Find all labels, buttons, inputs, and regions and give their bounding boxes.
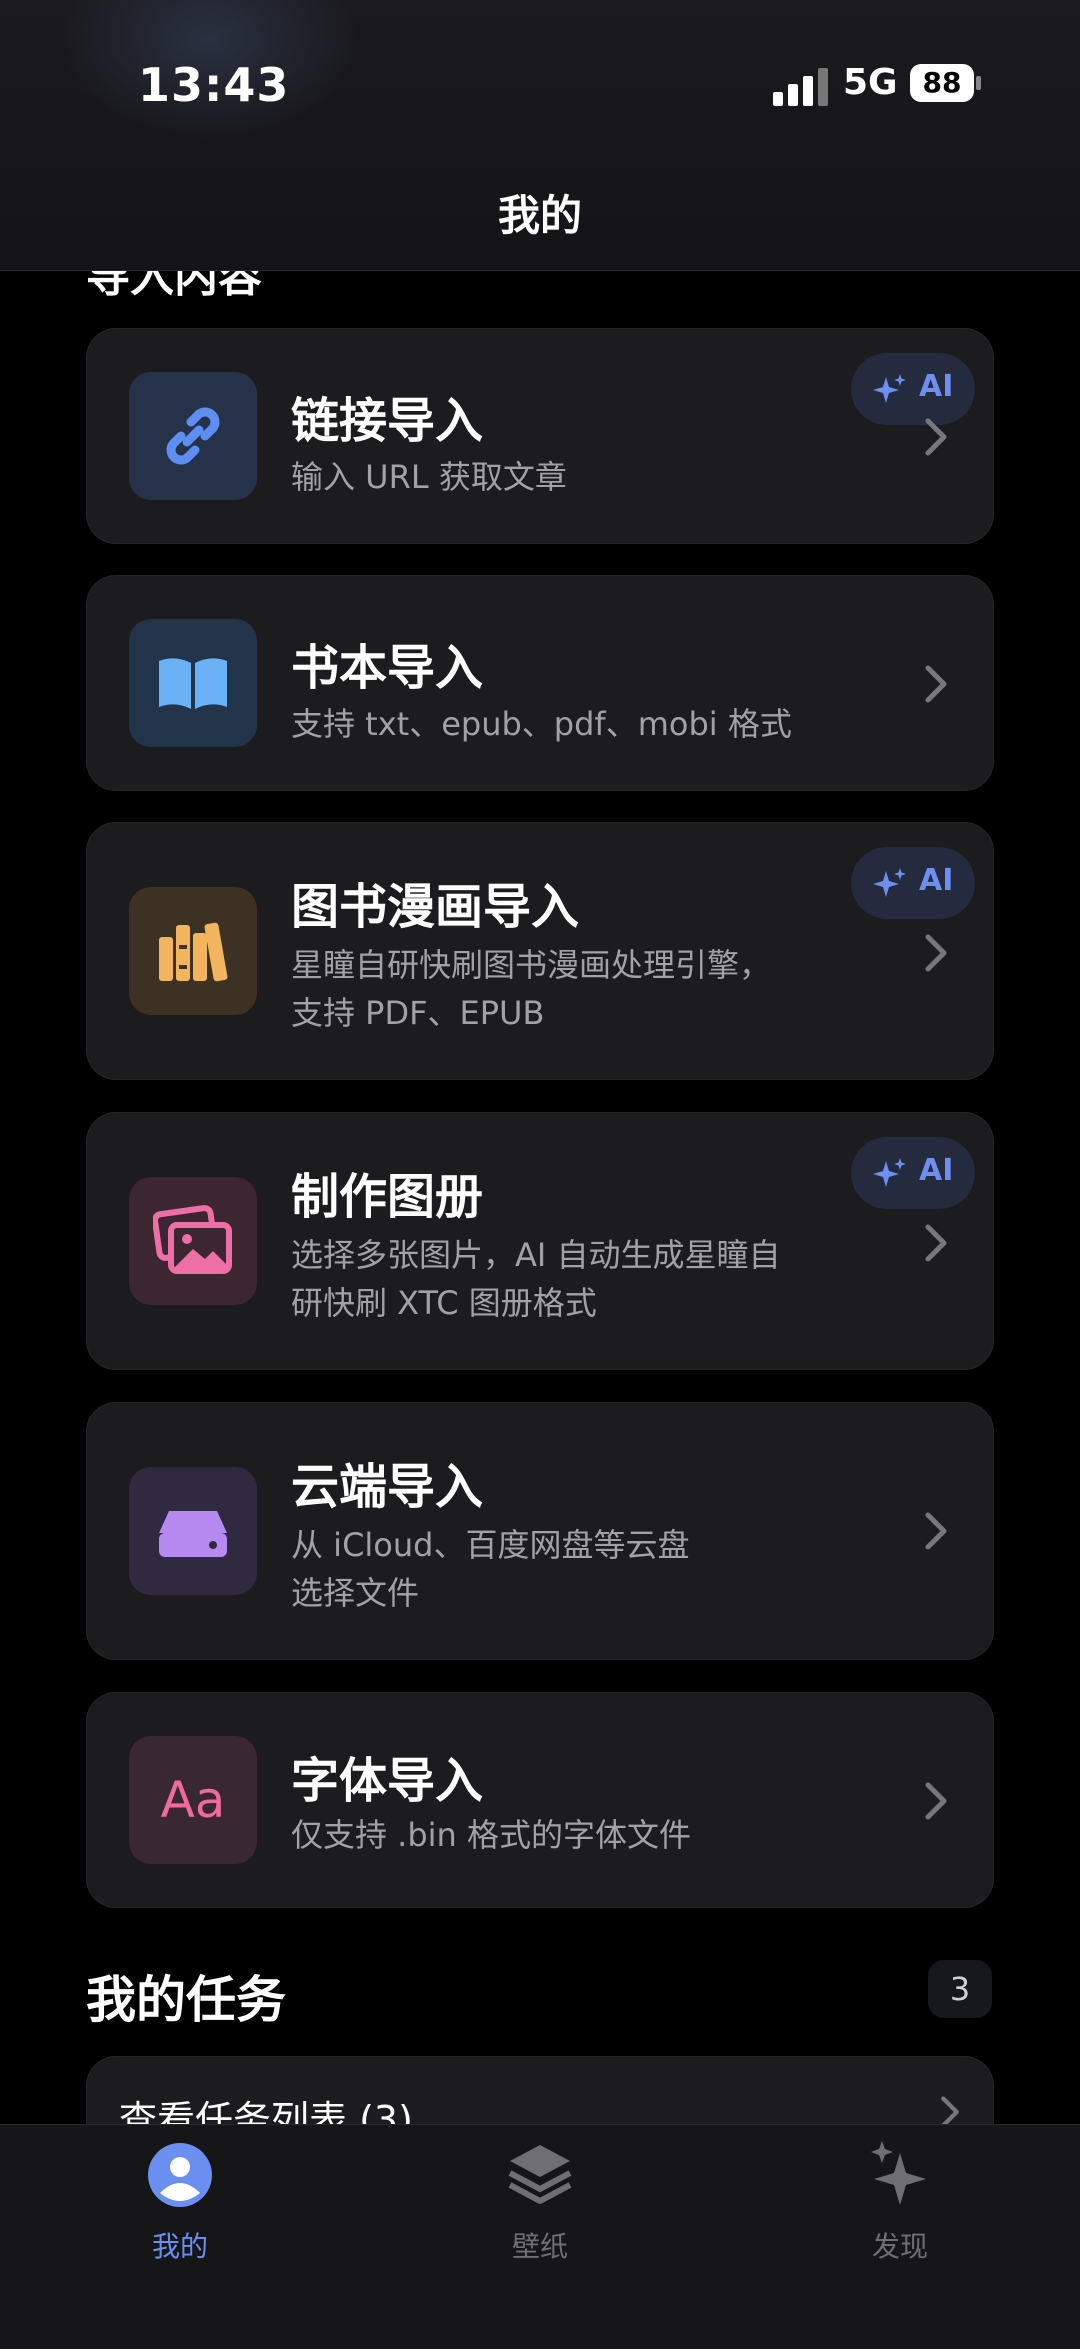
ai-label: AI — [919, 1153, 954, 1188]
person-icon — [148, 2143, 212, 2207]
photos-icon — [153, 1205, 232, 1274]
status-time: 13:43 — [138, 58, 290, 112]
font-icon-box: Aa — [129, 1736, 257, 1864]
tab-label: 壁纸 — [511, 2230, 568, 2263]
ai-label: AI — [919, 369, 954, 404]
tab-bar: 我的 壁纸 发现 — [0, 2124, 1080, 2349]
ai-badge: AI — [851, 847, 975, 919]
card-desc: 支持 txt、epub、pdf、mobi 格式 — [291, 705, 792, 743]
open-book-icon — [159, 658, 227, 709]
card-title: 字体导入 — [291, 1753, 484, 1809]
tab-discover[interactable]: 发现 — [800, 2139, 1000, 2265]
sparkle-icon — [871, 2141, 926, 2205]
network-type: 5G — [843, 62, 898, 103]
card-desc-line1: 从 iCloud、百度网盘等云盘 — [291, 1526, 690, 1564]
chevron-right-icon — [925, 1224, 947, 1262]
drive-icon — [159, 1511, 227, 1557]
import-cloud-card[interactable]: 云端导入 从 iCloud、百度网盘等云盘 选择文件 — [86, 1402, 994, 1660]
layers-icon — [508, 2145, 572, 2204]
battery-icon: 88 — [910, 64, 974, 102]
create-album-card[interactable]: 制作图册 选择多张图片，AI 自动生成星瞳自 研快刷 XTC 图册格式 AI — [86, 1112, 994, 1370]
ai-label: AI — [919, 863, 954, 898]
card-desc-line2: 选择文件 — [291, 1574, 420, 1612]
link-icon-box — [129, 372, 257, 500]
chevron-right-icon — [925, 934, 947, 972]
books-icon — [159, 922, 228, 982]
card-desc-line1: 选择多张图片，AI 自动生成星瞳自 — [291, 1236, 781, 1274]
battery-tip — [976, 76, 981, 90]
sparkle-icon — [873, 868, 906, 897]
tab-label: 发现 — [871, 2230, 928, 2263]
sparkle-icon — [873, 374, 906, 403]
card-title: 云端导入 — [291, 1459, 484, 1515]
card-desc: 仅支持 .bin 格式的字体文件 — [291, 1816, 692, 1854]
books-icon-box — [129, 887, 257, 1015]
tasks-section-title: 我的任务 — [86, 1971, 286, 2029]
sparkle-icon — [873, 1158, 906, 1187]
status-bar: 13:43 5G 88 我的 — [0, 0, 1080, 271]
task-count-badge: 3 — [928, 1960, 992, 2018]
card-title: 书本导入 — [291, 640, 484, 696]
card-desc-line1: 星瞳自研快刷图书漫画处理引擎， — [291, 946, 772, 984]
card-title: 图书漫画导入 — [291, 879, 580, 935]
card-desc-line2: 支持 PDF、EPUB — [291, 994, 545, 1032]
card-desc: 输入 URL 获取文章 — [291, 458, 567, 496]
link-icon — [166, 407, 220, 465]
photos-icon-box — [129, 1177, 257, 1305]
import-book-card[interactable]: 书本导入 支持 txt、epub、pdf、mobi 格式 — [86, 575, 994, 791]
book-icon-box — [129, 619, 257, 747]
signal-icon — [773, 66, 829, 106]
chevron-right-icon — [925, 418, 947, 456]
drive-icon-box — [129, 1467, 257, 1595]
chevron-right-icon — [925, 1782, 947, 1820]
ai-badge: AI — [851, 1137, 975, 1209]
tab-wallpaper[interactable]: 壁纸 — [440, 2139, 640, 2265]
card-title: 链接导入 — [291, 393, 484, 449]
import-comic-card[interactable]: 图书漫画导入 星瞳自研快刷图书漫画处理引擎， 支持 PDF、EPUB AI — [86, 822, 994, 1080]
import-link-card[interactable]: 链接导入 输入 URL 获取文章 AI — [86, 328, 994, 544]
page-title: 我的 — [497, 191, 582, 240]
chevron-right-icon — [925, 1512, 947, 1550]
tab-mine[interactable]: 我的 — [80, 2139, 280, 2265]
tab-label: 我的 — [151, 2230, 208, 2263]
chevron-right-icon — [925, 665, 947, 703]
ai-badge: AI — [851, 353, 975, 425]
card-desc-line2: 研快刷 XTC 图册格式 — [291, 1284, 597, 1322]
font-icon: Aa — [160, 1771, 226, 1829]
card-title: 制作图册 — [291, 1169, 484, 1225]
import-font-card[interactable]: Aa 字体导入 仅支持 .bin 格式的字体文件 — [86, 1692, 994, 1908]
